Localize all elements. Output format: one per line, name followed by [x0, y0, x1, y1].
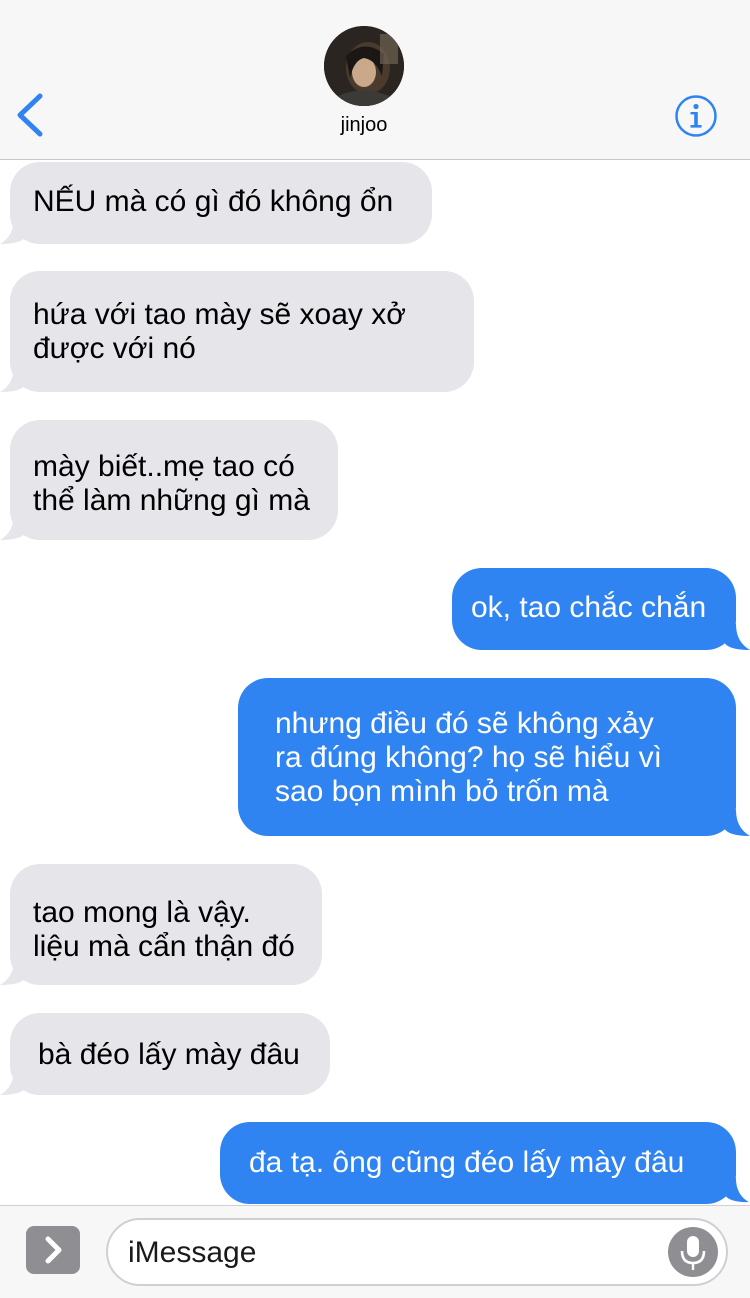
conversation-header: jinjoo	[0, 0, 750, 160]
message-bubble-incoming[interactable]: hứa với tao mày sẽ xoay xở được với nó	[10, 271, 474, 392]
composer-bar: iMessage	[0, 1205, 750, 1298]
bubble-tail	[724, 810, 750, 836]
message-bubble-incoming[interactable]: tao mong là vậy. liệu mà cẩn thận đó	[10, 864, 322, 985]
message-bubble-incoming[interactable]: NẾU mà có gì đó không ổn	[10, 162, 432, 244]
avatar-photo	[324, 26, 404, 106]
message-bubble-outgoing[interactable]: nhưng điều đó sẽ không xảy ra đúng không…	[238, 678, 736, 836]
message-bubble-outgoing[interactable]: ok, tao chắc chắn	[452, 568, 736, 650]
message-text: nhưng điều đó sẽ không xảy ra đúng không…	[275, 707, 662, 808]
bubble-tail	[0, 514, 26, 540]
message-input-placeholder: iMessage	[128, 1236, 257, 1269]
avatar[interactable]	[324, 26, 404, 106]
bubble-tail	[0, 959, 26, 985]
message-text: tao mong là vậy. liệu mà cẩn thận đó	[33, 896, 295, 963]
message-input[interactable]: iMessage	[106, 1218, 728, 1286]
microphone-icon	[680, 1236, 706, 1270]
info-icon	[675, 95, 717, 137]
message-text: ok, tao chắc chắn	[471, 591, 707, 624]
chevron-right-icon	[45, 1236, 62, 1264]
message-text: bà đéo lấy mày đâu	[38, 1038, 300, 1071]
message-bubble-incoming[interactable]: mày biết..mẹ tao có thể làm những gì mà	[10, 420, 338, 540]
message-bubble-outgoing[interactable]: đa tạ. ông cũng đéo lấy mày đâu	[220, 1122, 736, 1204]
bubble-tail	[0, 218, 26, 244]
message-bubble-incoming[interactable]: bà đéo lấy mày đâu	[10, 1013, 330, 1095]
bubble-tail	[724, 1178, 749, 1203]
bubble-tail	[724, 624, 750, 650]
message-text: mày biết..mẹ tao có thể làm những gì mà	[33, 450, 310, 517]
expand-apps-button[interactable]	[26, 1226, 80, 1274]
message-text: hứa với tao mày sẽ xoay xở được với nó	[33, 298, 406, 365]
message-text: NẾU mà có gì đó không ổn	[33, 185, 394, 218]
info-button[interactable]	[674, 94, 718, 138]
dictation-button[interactable]	[668, 1227, 718, 1277]
contact-name[interactable]: jinjoo	[0, 114, 728, 137]
message-text: đa tạ. ông cũng đéo lấy mày đâu	[249, 1146, 685, 1179]
bubble-tail	[0, 366, 26, 392]
bubble-tail	[0, 1069, 26, 1095]
